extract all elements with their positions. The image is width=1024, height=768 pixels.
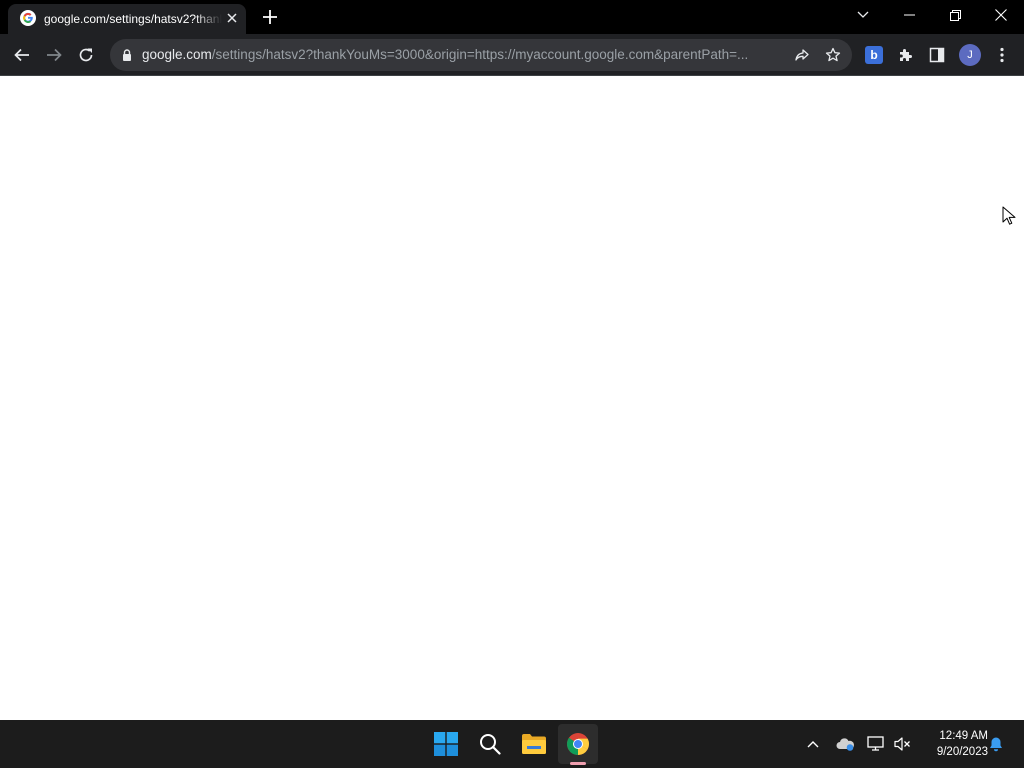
side-panel-button[interactable] [921,39,953,71]
folder-icon [522,734,546,754]
arrow-right-icon [47,48,62,62]
windows-logo-icon [434,732,458,756]
chrome-icon [567,733,589,755]
onedrive-tray-button[interactable] [835,734,855,754]
new-tab-button[interactable] [258,5,282,29]
share-button[interactable] [792,45,812,65]
restore-icon [949,9,961,21]
tab-search-button[interactable] [840,0,886,30]
bell-icon [990,737,1002,752]
speaker-muted-icon [894,737,910,751]
profile-avatar[interactable]: J [959,44,981,66]
plus-icon [263,10,277,24]
notifications-button[interactable] [986,734,1006,754]
puzzle-icon [900,49,912,61]
search-icon [480,734,501,755]
network-tray-button[interactable] [866,734,886,754]
start-button[interactable] [426,724,466,764]
chrome-taskbar-button[interactable] [558,724,598,764]
back-button[interactable] [6,39,38,71]
restore-button[interactable] [932,0,978,30]
show-hidden-icons-button[interactable] [803,734,823,754]
active-app-indicator [570,762,586,765]
windows-taskbar: 12:49 AM 9/20/2023 [0,720,1024,768]
kebab-menu-icon [1000,47,1004,63]
star-icon [825,47,841,62]
forward-button[interactable] [38,39,70,71]
arrow-left-icon [14,48,29,62]
url-host: google.com [142,47,212,62]
tab-strip: google.com/settings/hatsv2?thankYouMs=30… [0,0,1024,34]
close-window-button[interactable] [978,0,1024,30]
minimize-button[interactable] [886,0,932,30]
url-path: /settings/hatsv2?thankYouMs=3000&origin=… [211,47,749,62]
url-text[interactable]: google.com/settings/hatsv2?thankYouMs=30… [142,47,784,63]
reload-icon [79,48,93,62]
mouse-cursor-icon [1002,206,1016,225]
chevron-down-icon [857,11,869,18]
network-icon [867,736,884,751]
close-icon [995,9,1007,21]
lock-icon[interactable] [120,48,134,62]
browser-toolbar: google.com/settings/hatsv2?thankYouMs=30… [0,34,1024,76]
extensions-button[interactable] [890,39,922,71]
page-content [0,77,1024,720]
volume-tray-button[interactable] [892,734,912,754]
search-button[interactable] [470,724,510,764]
clock-date: 9/20/2023 [936,746,988,758]
cloud-icon [836,738,854,751]
side-panel-icon [929,47,945,63]
address-bar[interactable]: google.com/settings/hatsv2?thankYouMs=30… [110,39,852,71]
bing-extension-icon[interactable]: b [865,46,883,64]
reload-button[interactable] [70,39,102,71]
tab-title: google.com/settings/hatsv2?thankYouMs=30… [44,12,222,26]
bookmark-button[interactable] [823,45,843,65]
taskbar-clock[interactable]: 12:49 AM 9/20/2023 [918,728,988,760]
minimize-icon [903,14,915,16]
share-icon [795,49,809,61]
chrome-menu-button[interactable] [986,39,1018,71]
tab-close-icon[interactable] [224,10,240,26]
clock-time: 12:49 AM [939,730,988,742]
google-favicon-icon [20,10,36,26]
chevron-up-icon [807,741,819,748]
file-explorer-button[interactable] [514,724,554,764]
browser-tab[interactable]: google.com/settings/hatsv2?thankYouMs=30… [8,4,246,34]
